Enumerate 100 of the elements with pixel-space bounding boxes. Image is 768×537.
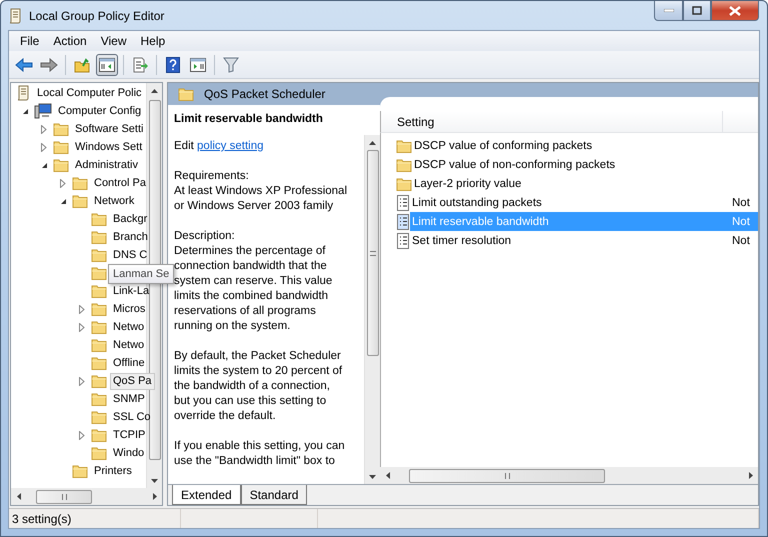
- folder-icon: [72, 176, 88, 190]
- scroll-up-icon[interactable]: [369, 140, 376, 144]
- collapsed-arrow-icon[interactable]: [79, 430, 85, 440]
- collapsed-arrow-icon[interactable]: [79, 322, 85, 332]
- toolbar-button[interactable]: [96, 54, 118, 76]
- horizontal-scrollbar[interactable]: [11, 488, 162, 505]
- tree-item[interactable]: Local Computer Polic: [34, 84, 145, 102]
- window-title: Local Group Policy Editor: [29, 8, 166, 22]
- setting-icon: [396, 232, 410, 248]
- setting-name[interactable]: DSCP value of non-conforming packets: [412, 155, 732, 174]
- folder-icon: [396, 158, 412, 172]
- folder-icon: [53, 140, 69, 154]
- scroll-down-icon[interactable]: [151, 478, 158, 482]
- folder-icon: [53, 158, 69, 172]
- forward-arrow-icon: [40, 58, 58, 72]
- folder-up-icon: [74, 56, 90, 72]
- close-button[interactable]: [711, 1, 759, 21]
- folder-icon: [72, 194, 88, 208]
- tree-item[interactable]: Software Setti: [72, 120, 146, 138]
- tree-item[interactable]: Offline: [110, 354, 148, 372]
- edit-line: Edit policy setting: [174, 139, 265, 154]
- tooltip: Lanman Se: [108, 264, 174, 284]
- tree-item[interactable]: QoS Pa: [110, 372, 155, 390]
- horizontal-scrollbar[interactable]: [380, 467, 758, 484]
- collapsed-arrow-icon[interactable]: [79, 376, 85, 386]
- minimize-button[interactable]: [654, 1, 683, 21]
- folder-icon: [53, 122, 69, 136]
- setting-name[interactable]: Layer-2 priority value: [412, 174, 732, 193]
- policy-setting-link[interactable]: policy setting: [197, 140, 264, 152]
- folder-icon: [91, 428, 107, 442]
- folder-icon: [91, 356, 107, 370]
- description-paragraph: Description: Determines the percentage of connection bandwidth that the system can reserve. This value limits the combined bandwidth reservations of all programs running on the system.: [174, 229, 334, 334]
- folder-icon: [91, 392, 107, 406]
- description-paragraph: By default, the Packet Scheduler limits the system to 20 percent of the bandwidth of a connection, but you can use this setting to override the default.: [174, 349, 344, 424]
- folder-icon: [396, 138, 412, 152]
- tree-item[interactable]: Micros: [110, 300, 148, 318]
- folder-icon: [91, 212, 107, 226]
- view-tab[interactable]: Extended: [172, 485, 241, 505]
- view-tab[interactable]: Standard: [240, 485, 308, 505]
- state-cell: Not: [730, 212, 758, 231]
- folder-icon: [91, 446, 107, 460]
- expanded-arrow-icon[interactable]: [60, 198, 67, 204]
- tree-item[interactable]: Network: [91, 192, 138, 210]
- tree-item[interactable]: DNS C: [110, 246, 150, 264]
- setting-title: Limit reservable bandwidth: [173, 112, 324, 127]
- expanded-arrow-icon[interactable]: [22, 108, 29, 114]
- tree-item[interactable]: Printers: [91, 462, 135, 480]
- menu-item[interactable]: Help: [134, 34, 172, 48]
- tree-item[interactable]: Backgr: [110, 210, 150, 228]
- tree-item[interactable]: SSL Co: [110, 408, 154, 426]
- tree-item[interactable]: SNMP: [110, 390, 148, 408]
- tree-item[interactable]: Windows Sett: [72, 138, 146, 156]
- scroll-up-icon[interactable]: [151, 88, 158, 92]
- state-cell-text: Not: [731, 234, 751, 248]
- scroll-left-icon[interactable]: [16, 493, 20, 500]
- folder-icon: [91, 230, 107, 244]
- scroll-down-icon[interactable]: [369, 474, 376, 478]
- scroll-right-icon[interactable]: [152, 493, 156, 500]
- menu-item[interactable]: View: [94, 34, 134, 48]
- setting-name[interactable]: Set timer resolution: [410, 231, 730, 250]
- tree-item[interactable]: Control Pa: [91, 174, 149, 192]
- tree-item[interactable]: Windo: [110, 444, 148, 462]
- folder-icon: [91, 248, 107, 262]
- maximize-button[interactable]: [683, 1, 711, 21]
- expanded-arrow-icon[interactable]: [41, 162, 48, 168]
- tree-item[interactable]: Branch: [110, 228, 151, 246]
- scroll-right-icon[interactable]: [748, 472, 752, 479]
- menu-item[interactable]: Action: [46, 34, 94, 48]
- computer-icon: [34, 103, 52, 119]
- folder-icon: [91, 410, 107, 424]
- scroll-icon: [15, 85, 31, 101]
- status-text: 3 setting(s): [9, 509, 181, 528]
- collapsed-arrow-icon[interactable]: [60, 178, 66, 188]
- collapsed-arrow-icon[interactable]: [79, 304, 85, 314]
- app-icon: [7, 8, 23, 24]
- description-paragraph: If you enable this setting, you can use the "Bandwidth limit" box to: [174, 439, 346, 469]
- folder-icon: [91, 284, 107, 298]
- tree-item[interactable]: Computer Config: [55, 102, 144, 120]
- vertical-scrollbar[interactable]: [364, 135, 380, 484]
- maximize-icon: [692, 6, 702, 15]
- minimize-icon: [664, 9, 674, 12]
- folder-icon: [91, 302, 107, 316]
- tree-item[interactable]: Administrativ: [72, 156, 141, 174]
- setting-name[interactable]: DSCP value of conforming packets: [412, 136, 732, 155]
- tree-item[interactable]: TCPIP: [110, 426, 148, 444]
- tree-item[interactable]: Link-La: [110, 282, 152, 300]
- setting-icon: [396, 194, 410, 210]
- tree-item[interactable]: Netwo: [110, 318, 148, 336]
- tree-item[interactable]: Netwo: [110, 336, 148, 354]
- help-icon: [166, 56, 180, 72]
- description-paragraph: Requirements: At least Windows XP Professional or Windows Server 2003 family: [174, 169, 348, 214]
- state-cell-text: Not: [731, 196, 751, 210]
- setting-name[interactable]: Limit outstanding packets: [410, 193, 730, 212]
- scroll-left-icon[interactable]: [386, 472, 390, 479]
- menu-item[interactable]: File: [13, 34, 46, 48]
- folder-icon: [91, 320, 107, 334]
- collapsed-arrow-icon[interactable]: [41, 124, 47, 134]
- collapsed-arrow-icon[interactable]: [41, 142, 47, 152]
- folder-icon: [91, 338, 107, 352]
- back-arrow-icon: [15, 58, 33, 72]
